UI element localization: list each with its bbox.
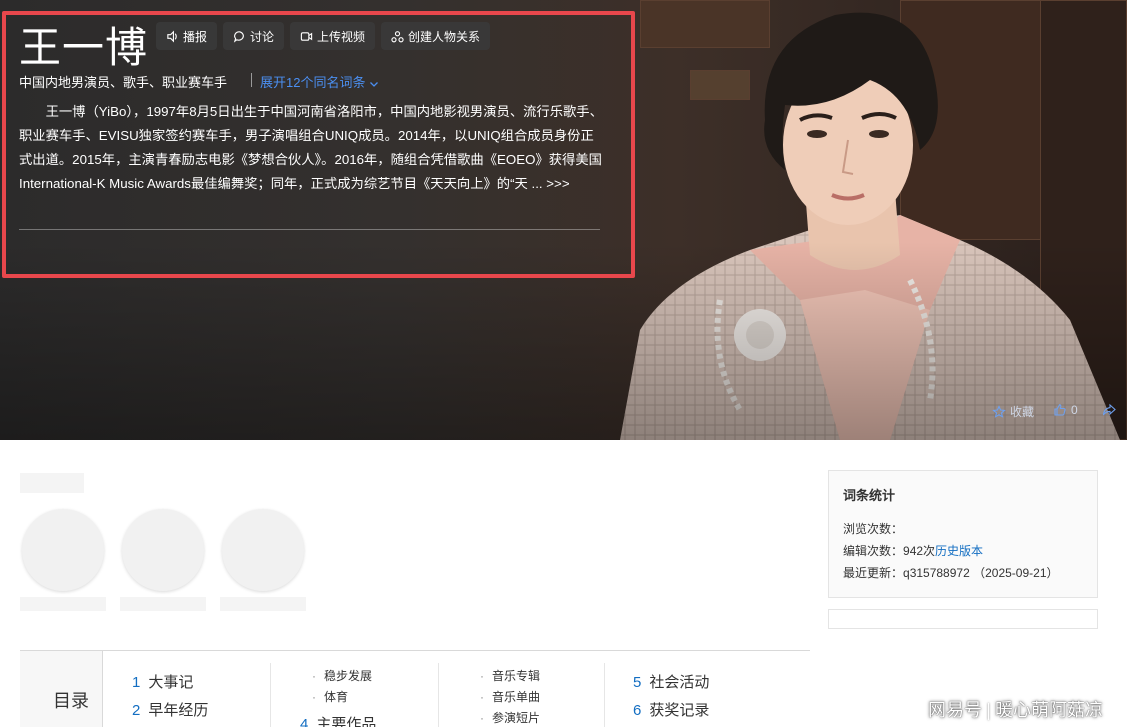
thumbs-up-icon bbox=[1054, 404, 1066, 416]
video-icon bbox=[300, 31, 313, 41]
loading-placeholder bbox=[20, 473, 84, 493]
stats-title: 词条统计 bbox=[843, 488, 896, 503]
toc-subitem[interactable]: 稳步发展 bbox=[312, 667, 372, 684]
toc-item-label: 早年经历 bbox=[148, 702, 209, 719]
page: 王一博 播报 讨论 上传视频 创建人物关系 中国内地男演员、歌手、职业赛车手 展… bbox=[0, 0, 1127, 727]
toc-item-number: 1 bbox=[132, 674, 141, 691]
stats-edits-label: 编辑次数： bbox=[843, 544, 904, 558]
loading-avatar-placeholder bbox=[222, 509, 304, 591]
favorite-button[interactable]: 收藏 bbox=[992, 403, 1034, 420]
summary-divider bbox=[19, 229, 600, 230]
toc-item[interactable]: 4 主要作品 bbox=[300, 713, 376, 727]
favorite-label: 收藏 bbox=[1010, 405, 1035, 419]
expand-homonyms-label: 展开12个同名词条 bbox=[260, 75, 366, 90]
toc-item-number: 5 bbox=[633, 674, 642, 691]
toc-item[interactable]: 1 大事记 bbox=[132, 671, 193, 692]
toc-column-divider bbox=[604, 663, 605, 727]
toc-item-label: 社会活动 bbox=[649, 674, 710, 691]
loading-placeholder bbox=[120, 597, 206, 611]
stats-edits-value: 942次 bbox=[903, 544, 936, 558]
loading-placeholder bbox=[20, 597, 106, 611]
stats-updated-user[interactable]: q315788972 bbox=[903, 566, 970, 580]
expand-homonyms-link[interactable]: 展开12个同名词条 bbox=[260, 72, 379, 91]
table-of-contents: 目录 1 大事记 2 早年经历 稳步发展 体育 4 主要作品 音乐专辑 音乐单曲 参演… bbox=[20, 650, 810, 727]
star-icon bbox=[992, 404, 1006, 418]
watermark-author: 暖心萌阿菇凉 bbox=[995, 700, 1103, 720]
toc-label: 目录 bbox=[53, 691, 89, 711]
toc-subitem[interactable]: 音乐专辑 bbox=[480, 667, 540, 684]
watermark-brand: 网易号 bbox=[928, 700, 982, 720]
stats-updated-label: 最近更新： bbox=[843, 566, 904, 580]
watermark-divider bbox=[988, 702, 989, 720]
summary-text: 王一博（YiBo），1997年8月5日出生于中国河南省洛阳市，中国内地影视男演员… bbox=[19, 104, 603, 191]
share-button[interactable] bbox=[1102, 403, 1116, 417]
upload-video-button[interactable]: 上传视频 bbox=[290, 22, 376, 50]
toc-label-panel: 目录 bbox=[20, 651, 103, 727]
side-card-placeholder bbox=[828, 609, 1098, 629]
toc-item[interactable]: 2 早年经历 bbox=[132, 699, 208, 720]
toc-item[interactable]: 6 获奖记录 bbox=[633, 699, 709, 720]
relation-icon bbox=[391, 30, 404, 42]
read-more-link[interactable]: ... >>> bbox=[532, 176, 570, 191]
discuss-button[interactable]: 讨论 bbox=[223, 22, 285, 50]
loading-avatar-placeholder bbox=[122, 509, 204, 591]
comment-icon bbox=[233, 30, 244, 43]
stats-updated-row: 最近更新：q315788972 （2025-09-21） bbox=[843, 562, 1083, 584]
toc-subitem[interactable]: 参演短片 bbox=[480, 709, 540, 726]
entry-title: 王一博 bbox=[19, 23, 149, 72]
toc-column-divider bbox=[438, 663, 439, 727]
toc-item-label: 获奖记录 bbox=[649, 702, 710, 719]
chevron-down-icon bbox=[370, 81, 379, 87]
toc-item-label: 大事记 bbox=[148, 674, 194, 691]
entry-subtitle: 中国内地男演员、歌手、职业赛车手 bbox=[19, 75, 228, 90]
toc-subitem[interactable]: 体育 bbox=[312, 688, 348, 705]
toc-column-divider bbox=[270, 663, 271, 727]
discuss-label: 讨论 bbox=[250, 29, 275, 44]
toc-item-number: 6 bbox=[633, 702, 642, 719]
source-watermark: 网易号 暖心萌阿菇凉 bbox=[928, 696, 1103, 722]
create-relation-label: 创建人物关系 bbox=[408, 29, 481, 44]
broadcast-label: 播报 bbox=[183, 29, 208, 44]
share-icon bbox=[1102, 403, 1116, 416]
stats-views-label: 浏览次数： bbox=[843, 522, 904, 536]
loading-placeholder bbox=[220, 597, 306, 611]
broadcast-button[interactable]: 播报 bbox=[156, 22, 218, 50]
speaker-icon bbox=[167, 30, 177, 42]
toc-item[interactable]: 5 社会活动 bbox=[633, 671, 709, 692]
create-relation-button[interactable]: 创建人物关系 bbox=[381, 22, 491, 50]
stats-views-row: 浏览次数： bbox=[843, 518, 1083, 540]
toc-item-number: 4 bbox=[300, 716, 309, 727]
entry-summary: 王一博（YiBo），1997年8月5日出生于中国河南省洛阳市，中国内地影视男演员… bbox=[19, 100, 603, 196]
loading-avatar-placeholder bbox=[22, 509, 104, 591]
history-version-link[interactable]: 历史版本 bbox=[935, 544, 983, 558]
toc-item-number: 2 bbox=[132, 702, 141, 719]
entry-stats-card: 词条统计 浏览次数： 编辑次数：942次历史版本 最近更新：q315788972… bbox=[828, 470, 1098, 598]
stats-updated-date: （2025-09-21） bbox=[973, 566, 1059, 580]
like-button[interactable]: 0 bbox=[1053, 403, 1078, 417]
entry-hero: 王一博 播报 讨论 上传视频 创建人物关系 中国内地男演员、歌手、职业赛车手 展… bbox=[0, 0, 1127, 440]
stats-edits-row: 编辑次数：942次历史版本 bbox=[843, 540, 1083, 562]
toc-item-label: 主要作品 bbox=[316, 716, 377, 727]
like-count: 0 bbox=[1071, 403, 1078, 417]
subtitle-divider bbox=[251, 73, 252, 87]
toc-subitem[interactable]: 音乐单曲 bbox=[480, 688, 540, 705]
upload-video-label: 上传视频 bbox=[317, 29, 366, 44]
